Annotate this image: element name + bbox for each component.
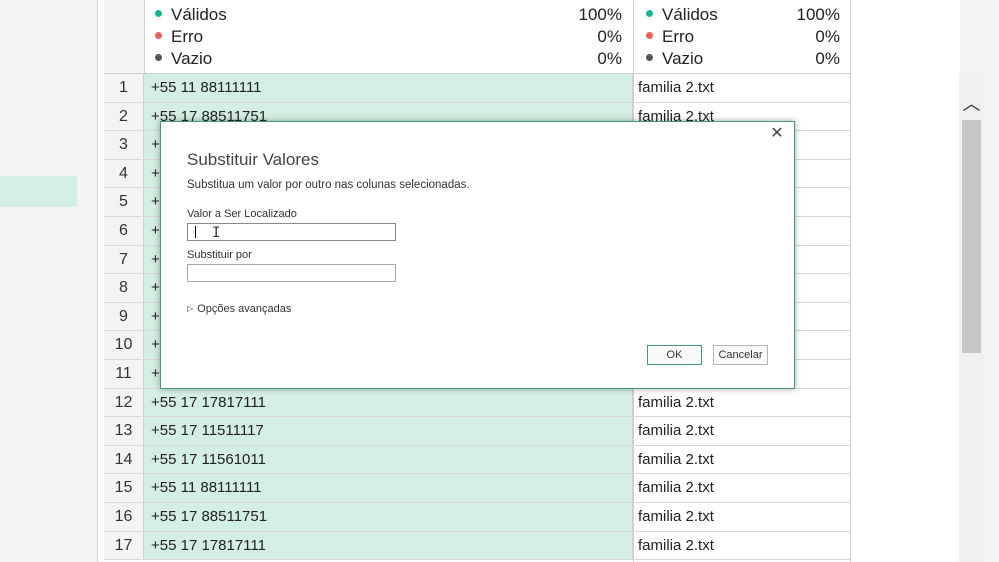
phone-cell[interactable]: +55 17 17817111 (144, 388, 633, 417)
row-number: 8 (104, 274, 144, 302)
quality-empty: Vazio 0% (646, 48, 840, 70)
table-row[interactable]: 15 +55 11 88111111 familia 2.txt (104, 474, 851, 503)
column-quality-col2: Válidos 100% Erro 0% Vazio 0% (646, 4, 840, 70)
empty-dot-icon (646, 54, 653, 62)
phone-cell[interactable]: +55 11 88111111 (144, 474, 633, 502)
left-panel (0, 0, 97, 562)
source-file-cell[interactable]: familia 2.txt (634, 474, 851, 502)
quality-valid: Válidos 100% (155, 4, 622, 26)
valid-dot-icon (646, 10, 653, 18)
error-dot-icon (646, 32, 653, 40)
table-row[interactable]: 16 +55 17 88511751 familia 2.txt (104, 502, 851, 532)
row-number: 1 (104, 74, 144, 102)
row-number: 14 (104, 445, 144, 474)
row-number: 6 (104, 216, 144, 245)
source-file-cell[interactable]: familia 2.txt (634, 445, 851, 474)
row-number: 5 (104, 188, 144, 216)
quality-valid: Válidos 100% (646, 4, 840, 26)
column-quality-col1: Válidos 100% Erro 0% Vazio 0% (155, 4, 622, 70)
right-edge (984, 0, 999, 562)
scroll-thumb[interactable] (962, 120, 981, 353)
row-number: 10 (104, 331, 144, 359)
empty-dot-icon (155, 54, 162, 62)
row-number: 11 (104, 359, 144, 388)
source-file-cell[interactable]: familia 2.txt (634, 417, 851, 445)
ok-button[interactable]: OK (647, 345, 702, 365)
ibeam-cursor-icon: I (212, 225, 221, 241)
row-number: 3 (104, 131, 144, 159)
source-file-cell[interactable]: familia 2.txt (634, 74, 851, 102)
row-number: 17 (104, 531, 144, 560)
row-number: 2 (104, 102, 144, 131)
row-number: 7 (104, 245, 144, 274)
advanced-options-toggle[interactable]: ▷ Opções avançadas (187, 303, 291, 315)
phone-cell[interactable]: +55 17 17817111 (144, 531, 633, 560)
table-row[interactable]: 13 +55 17 11511117 familia 2.txt (104, 417, 851, 446)
row-number: 9 (104, 302, 144, 331)
row-number: 16 (104, 502, 144, 531)
replace-values-dialog: ✕ Substituir Valores Substitua um valor … (160, 121, 795, 389)
row-number: 4 (104, 159, 144, 188)
dialog-title: Substituir Valores (187, 150, 319, 169)
column-divider (850, 0, 851, 562)
quality-error: Erro 0% (155, 26, 622, 48)
dialog-description: Substitua um valor por outro nas colunas… (187, 179, 470, 191)
expand-triangle-icon: ▷ (187, 304, 194, 313)
cancel-button[interactable]: Cancelar (713, 345, 768, 365)
phone-cell[interactable]: +55 17 11561011 (144, 445, 633, 474)
error-dot-icon (155, 32, 162, 40)
phone-cell[interactable]: +55 17 88511751 (144, 502, 633, 531)
phone-cell[interactable]: +55 17 11511117 (144, 417, 633, 445)
source-file-cell[interactable]: familia 2.txt (634, 388, 851, 417)
table-row[interactable]: 12 +55 17 17817111 familia 2.txt (104, 388, 851, 418)
left-panel-selection (0, 176, 77, 207)
row-number: 13 (104, 417, 144, 445)
find-value-label: Valor a Ser Localizado (187, 208, 297, 220)
scroll-up-icon[interactable]: ︿ (959, 92, 984, 116)
source-file-cell[interactable]: familia 2.txt (634, 531, 851, 560)
text-caret (195, 226, 196, 238)
phone-cell[interactable]: +55 11 88111111 (144, 74, 633, 102)
replace-with-label: Substituir por (187, 249, 252, 261)
table-row[interactable]: 1 +55 11 88111111 familia 2.txt (104, 74, 851, 103)
quality-error: Erro 0% (646, 26, 840, 48)
table-row[interactable]: 17 +55 17 17817111 familia 2.txt (104, 531, 851, 561)
replace-with-input[interactable] (187, 264, 396, 282)
row-number: 12 (104, 388, 144, 417)
source-file-cell[interactable]: familia 2.txt (634, 502, 851, 531)
row-number-header (104, 0, 145, 73)
row-number: 15 (104, 474, 144, 502)
valid-dot-icon (155, 10, 162, 18)
close-icon[interactable]: ✕ (768, 125, 786, 143)
table-row[interactable]: 14 +55 17 11561011 familia 2.txt (104, 445, 851, 475)
quality-empty: Vazio 0% (155, 48, 622, 70)
